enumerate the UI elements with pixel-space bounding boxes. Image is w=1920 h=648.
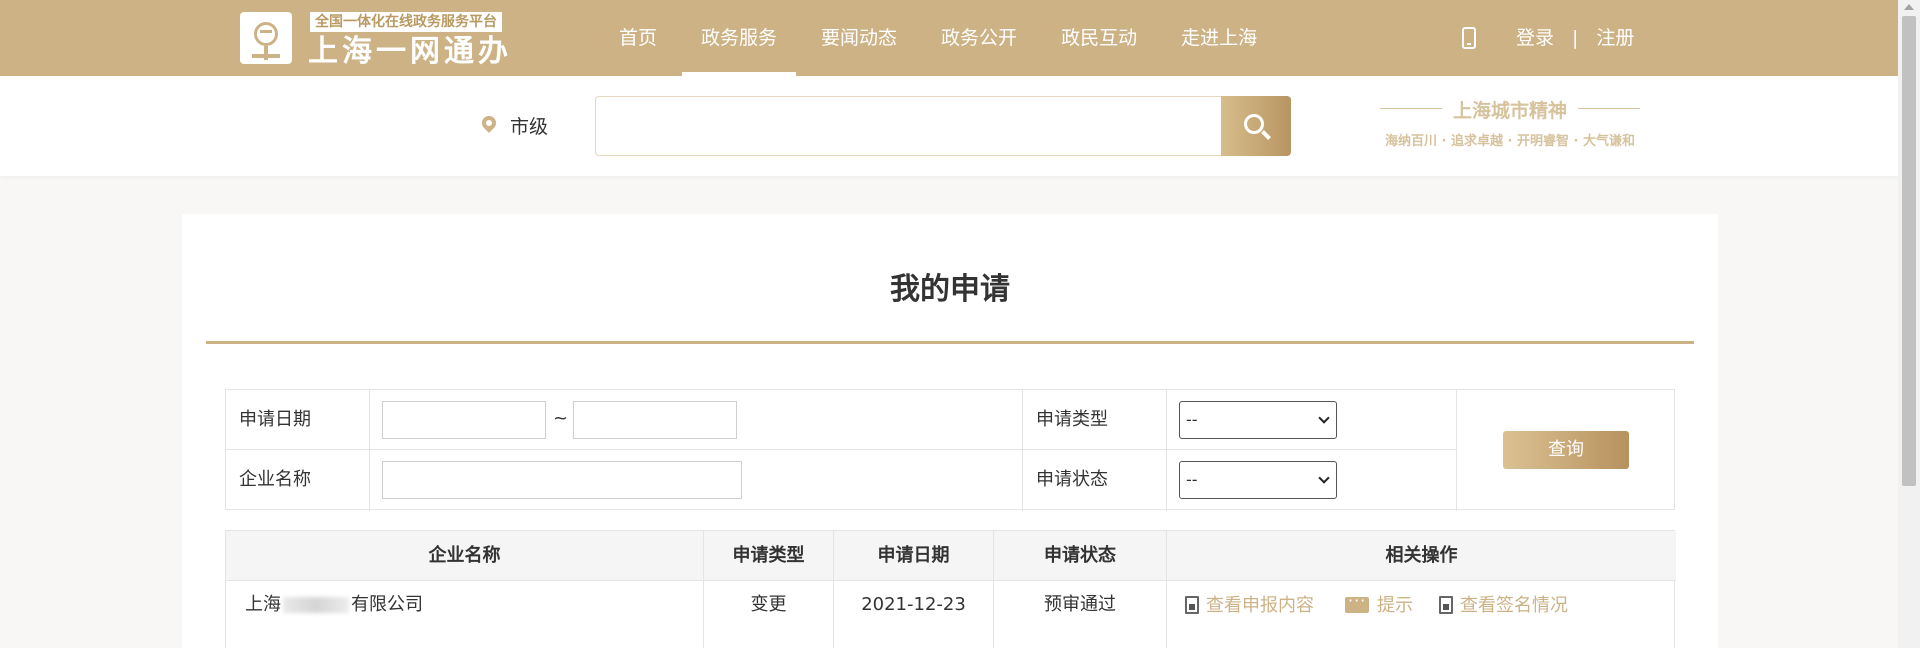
- query-cell: 查询: [1457, 390, 1676, 511]
- logo-emblem-icon: [240, 12, 292, 64]
- column-header-actions: 相关操作: [1167, 531, 1676, 581]
- date-range-cell: ~: [370, 390, 1023, 450]
- column-header-date: 申请日期: [834, 531, 994, 581]
- mobile-phone-icon[interactable]: [1462, 27, 1476, 49]
- hint-link[interactable]: 提示: [1345, 590, 1413, 617]
- filter-form: 申请日期 ~ 申请类型 -- 查询 企业名称 申请状态 --: [225, 389, 1676, 511]
- status-select[interactable]: --: [1179, 461, 1337, 499]
- search-input[interactable]: [595, 96, 1222, 156]
- view-application-link[interactable]: 查看申报内容: [1185, 595, 1314, 617]
- type-select[interactable]: --: [1179, 401, 1337, 439]
- city-spirit-subtitle: 海纳百川 · 追求卓越 · 开明睿智 · 大气谦和: [1385, 134, 1635, 149]
- logo-title: 上海一网通办: [308, 34, 512, 69]
- status-cell: --: [1167, 450, 1457, 511]
- status-select-value: --: [1186, 470, 1198, 489]
- column-header-type: 申请类型: [704, 531, 834, 581]
- map-pin-icon: [479, 113, 499, 133]
- site-logo[interactable]: 全国一体化在线政务服务平台 上海一网通办: [240, 12, 520, 69]
- date-from-input[interactable]: [382, 401, 546, 439]
- nav-government-services[interactable]: 政务服务: [682, 0, 797, 76]
- company-label: 企业名称: [226, 450, 370, 511]
- column-header-company: 企业名称: [226, 531, 704, 581]
- type-label: 申请类型: [1023, 390, 1167, 450]
- page-scrollbar[interactable]: [1898, 0, 1920, 648]
- login-link[interactable]: 登录: [1516, 0, 1554, 76]
- type-cell: --: [1167, 390, 1457, 450]
- nav-government-affairs[interactable]: 政务公开: [922, 0, 1036, 76]
- document-icon: [1185, 596, 1199, 614]
- results-table: 企业名称 申请类型 申请日期 申请状态 相关操作 上海 有限公司 变更 2021-…: [225, 530, 1676, 648]
- company-name-prefix: 上海: [245, 594, 281, 615]
- nav-news[interactable]: 要闻动态: [802, 0, 916, 76]
- city-spirit-banner: 上海城市精神 海纳百川 · 追求卓越 · 开明睿智 · 大气谦和: [1362, 96, 1658, 156]
- nav-interaction[interactable]: 政民互动: [1042, 0, 1156, 76]
- table-cell-type: 变更: [704, 581, 834, 648]
- chevron-down-icon: [1318, 472, 1330, 484]
- chevron-down-icon: [1318, 412, 1330, 424]
- register-link[interactable]: 注册: [1596, 0, 1634, 76]
- document-icon: [1439, 596, 1453, 614]
- page-title: 我的申请: [890, 272, 1010, 307]
- scrollbar-thumb[interactable]: [1902, 16, 1916, 486]
- column-header-status: 申请状态: [994, 531, 1167, 581]
- search-bar: 市级 上海城市精神 海纳百川 · 追求卓越 · 开明睿智 · 大气谦和: [0, 76, 1898, 176]
- date-label: 申请日期: [226, 390, 370, 450]
- date-range-separator: ~: [553, 408, 569, 429]
- table-cell-actions: 查看申报内容 提示 查看签名情况: [1167, 581, 1676, 648]
- table-cell-status: 预审通过: [994, 581, 1167, 648]
- logo-tagline: 全国一体化在线政务服务平台: [310, 12, 502, 32]
- company-cell: [370, 450, 1023, 511]
- status-label: 申请状态: [1023, 450, 1167, 511]
- location-selector[interactable]: 市级: [510, 112, 548, 139]
- query-button[interactable]: 查询: [1503, 431, 1629, 469]
- main-card: 我的申请 申请日期 ~ 申请类型 -- 查询 企业名称 申请状态 -- 企业名称…: [182, 214, 1718, 648]
- company-name-input[interactable]: [382, 461, 742, 499]
- nav-home[interactable]: 首页: [600, 0, 676, 76]
- view-signature-link[interactable]: 查看签名情况: [1439, 595, 1568, 617]
- main-nav: 首页 政务服务 要闻动态 政务公开 政民互动 走进上海: [600, 0, 1282, 76]
- title-divider: [206, 341, 1694, 344]
- type-select-value: --: [1186, 410, 1198, 429]
- nav-about-shanghai[interactable]: 走进上海: [1162, 0, 1276, 76]
- table-cell-company: 上海 有限公司: [226, 581, 704, 648]
- scroll-up-arrow-icon[interactable]: [1904, 4, 1914, 10]
- top-header: 全国一体化在线政务服务平台 上海一网通办 首页 政务服务 要闻动态 政务公开 政…: [0, 0, 1898, 76]
- search-button[interactable]: [1221, 96, 1291, 156]
- message-icon: [1345, 590, 1369, 613]
- auth-links: 登录 | 注册: [1516, 0, 1634, 76]
- city-spirit-title: 上海城市精神: [1362, 96, 1658, 123]
- redacted-text: [283, 597, 349, 613]
- date-to-input[interactable]: [573, 401, 737, 439]
- company-name-suffix: 有限公司: [351, 594, 423, 615]
- table-cell-date: 2021-12-23: [834, 581, 994, 648]
- auth-separator: |: [1572, 27, 1579, 49]
